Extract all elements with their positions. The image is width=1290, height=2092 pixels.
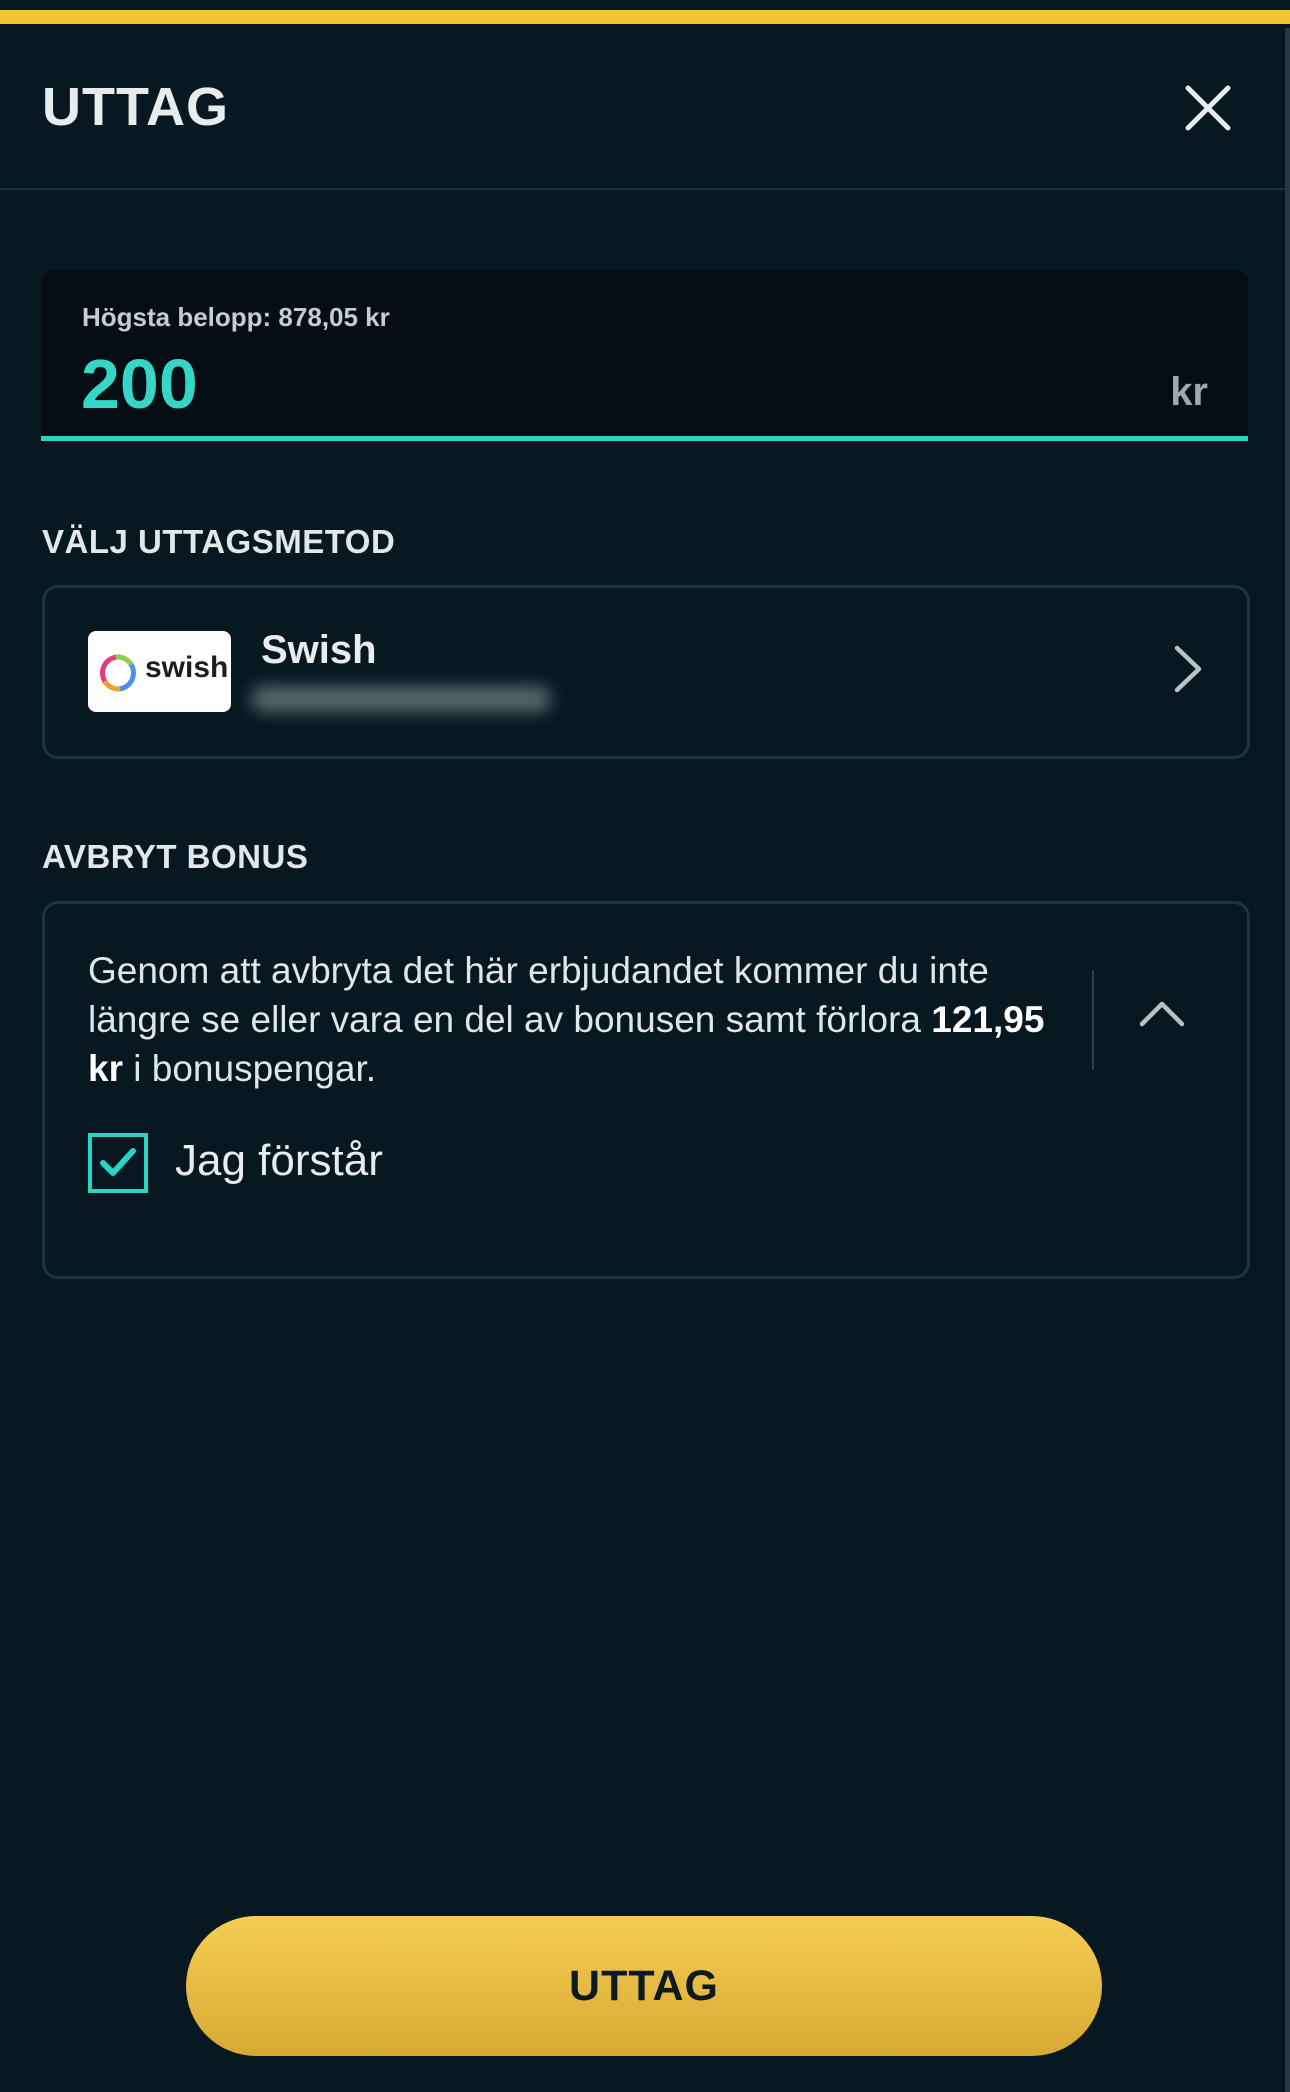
scroll-edge: [1285, 28, 1290, 2092]
checkbox-label[interactable]: Jag förstår: [175, 1136, 383, 1186]
withdrawal-method-selector[interactable]: swish Swish: [42, 585, 1250, 759]
amount-input[interactable]: Högsta belopp: 878,05 kr 200 kr: [41, 270, 1248, 441]
amount-value[interactable]: 200: [81, 344, 198, 424]
max-amount-hint: Högsta belopp: 878,05 kr: [82, 302, 390, 332]
chevron-right-icon: [1174, 645, 1202, 693]
withdraw-button[interactable]: UTTAG: [186, 1916, 1102, 2056]
checkmark-icon: [100, 1148, 136, 1176]
currency-unit: kr: [1170, 370, 1208, 414]
swish-logo: swish: [88, 631, 231, 712]
redacted-account: [251, 686, 551, 712]
close-icon: [1185, 85, 1231, 131]
bonus-text-end: i bonuspengar.: [122, 1048, 377, 1089]
accent-stripe: [0, 10, 1290, 24]
chevron-up-icon[interactable]: [1138, 1000, 1186, 1028]
top-accent-bar: [0, 0, 1290, 28]
swish-logo-icon: [100, 654, 136, 692]
modal-header: UTTAG: [0, 28, 1285, 190]
page-title: UTTAG: [42, 77, 229, 137]
bonus-section-label: AVBRYT BONUS: [42, 838, 309, 875]
swish-logo-text: swish: [145, 651, 229, 684]
method-section-label: VÄLJ UTTAGSMETOD: [42, 523, 396, 560]
divider: [1092, 970, 1094, 1070]
close-button[interactable]: [1180, 80, 1236, 136]
understand-checkbox[interactable]: [88, 1133, 148, 1193]
bonus-description: Genom att avbryta det här erbjudandet ko…: [88, 946, 1088, 1093]
method-name: Swish: [261, 628, 377, 672]
cancel-bonus-card: Genom att avbryta det här erbjudandet ko…: [42, 901, 1250, 1279]
bonus-text-start: Genom att avbryta det här erbjudandet ko…: [88, 950, 989, 1040]
